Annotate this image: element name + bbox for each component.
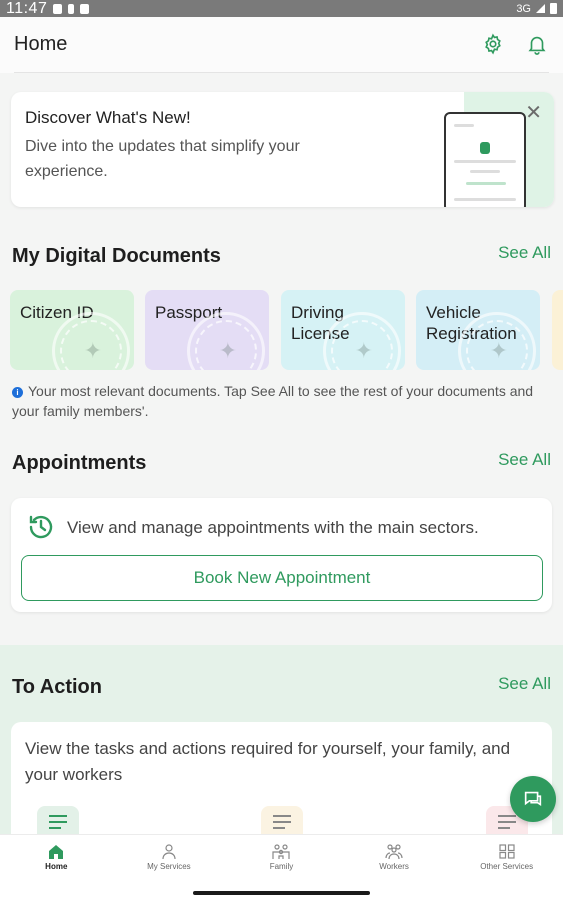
document-card-passport[interactable]: Passport ✦ — [145, 290, 269, 370]
page-title: Home — [14, 33, 68, 55]
gear-icon[interactable] — [481, 32, 505, 56]
person-icon — [162, 844, 176, 859]
phone-illustration — [444, 112, 526, 207]
discover-title: Discover What's New! — [25, 108, 191, 127]
location-icon — [53, 3, 63, 14]
appointments-description: View and manage appointments with the ma… — [67, 518, 479, 537]
nav-label: My Services — [147, 862, 191, 871]
nav-label: Workers — [379, 862, 409, 871]
gesture-bar — [0, 880, 563, 900]
home-indicator[interactable] — [193, 891, 370, 895]
network-label: 3G — [516, 2, 531, 15]
document-card-driving-license[interactable]: Driving License ✦ — [281, 290, 405, 370]
tasks-self-icon[interactable] — [37, 806, 79, 836]
nav-label: Family — [269, 862, 294, 871]
document-card-citizen-id[interactable]: Citizen ID ✦ — [10, 290, 134, 370]
family-icon — [272, 844, 291, 859]
palm-icon: ✦ — [354, 338, 373, 363]
info-icon: i — [12, 387, 23, 398]
nav-home[interactable]: Home — [0, 835, 113, 880]
workers-icon — [385, 844, 403, 859]
grid-icon — [499, 844, 515, 859]
chat-icon — [524, 791, 542, 807]
notification-status-icon — [80, 3, 90, 14]
palm-icon: ✦ — [83, 338, 102, 363]
discover-description: Dive into the updates that simplify your… — [25, 138, 300, 180]
documents-see-all-link[interactable]: See All — [498, 243, 551, 263]
documents-note: i Your most relevant documents. Tap See A… — [12, 381, 557, 421]
status-bar: 11:47 3G — [0, 0, 563, 17]
to-action-heading: To Action — [12, 676, 102, 698]
nav-my-services[interactable]: My Services — [113, 835, 226, 880]
to-action-description: View the tasks and actions required for … — [25, 739, 511, 784]
header-divider — [14, 72, 549, 73]
home-icon — [49, 845, 64, 859]
close-icon[interactable]: ✕ — [525, 100, 542, 125]
battery-icon — [550, 3, 557, 14]
chat-fab-button[interactable] — [510, 776, 556, 822]
nav-family[interactable]: Family — [225, 835, 338, 880]
documents-heading: My Digital Documents — [12, 245, 221, 267]
history-clock-icon — [25, 511, 57, 548]
palm-icon: ✦ — [489, 338, 508, 363]
status-time: 11:47 — [6, 0, 48, 17]
signal-icon — [536, 4, 545, 13]
book-appointment-button[interactable]: Book New Appointment — [21, 555, 543, 601]
bottom-navigation: Home My Services Family Workers Other Se… — [0, 834, 563, 880]
document-card-vehicle-registration[interactable]: Vehicle Registration ✦ — [416, 290, 540, 370]
to-action-see-all-link[interactable]: See All — [498, 674, 551, 694]
sync-icon — [68, 3, 75, 14]
bell-icon[interactable] — [525, 32, 549, 56]
document-card-partial[interactable] — [552, 290, 563, 370]
nav-workers[interactable]: Workers — [338, 835, 451, 880]
discover-banner[interactable]: Discover What's New! Dive into the updat… — [11, 92, 554, 207]
appointments-see-all-link[interactable]: See All — [498, 450, 551, 470]
documents-note-text: Your most relevant documents. Tap See Al… — [12, 383, 534, 419]
appointments-heading: Appointments — [12, 452, 147, 474]
tasks-family-icon[interactable] — [261, 806, 303, 836]
nav-other-services[interactable]: Other Services — [450, 835, 563, 880]
appointments-card: View and manage appointments with the ma… — [11, 498, 552, 612]
top-app-bar: Home — [0, 17, 563, 73]
nav-label: Other Services — [480, 862, 534, 871]
palm-icon: ✦ — [218, 338, 237, 363]
nav-label: Home — [45, 862, 68, 871]
